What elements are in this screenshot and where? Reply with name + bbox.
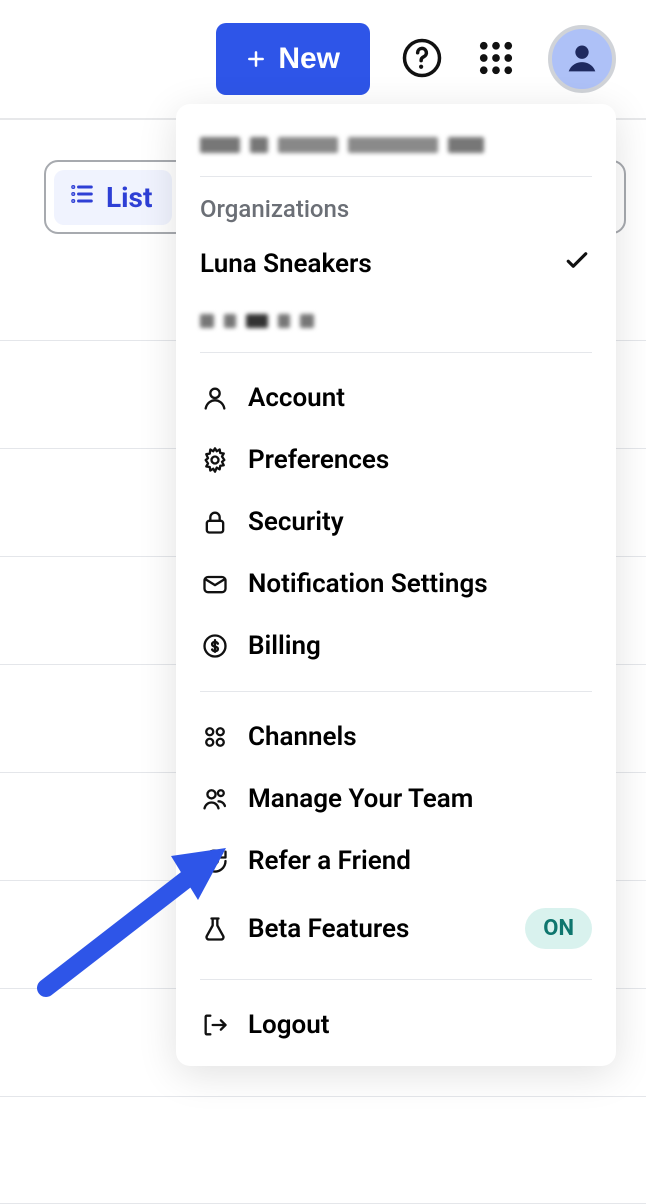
apps-grid-button[interactable] <box>474 37 518 81</box>
menu-billing[interactable]: Billing <box>176 615 616 677</box>
menu-notification-settings[interactable]: Notification Settings <box>176 553 616 615</box>
help-button[interactable] <box>400 37 444 81</box>
redacted-org[interactable] <box>200 304 592 338</box>
menu-billing-label: Billing <box>248 631 592 661</box>
menu-notification-label: Notification Settings <box>248 569 592 599</box>
account-icon <box>200 383 230 413</box>
help-icon <box>401 37 443 82</box>
redacted-email <box>200 128 592 162</box>
billing-icon <box>200 631 230 661</box>
beta-on-pill: ON <box>525 908 592 949</box>
menu-logout-label: Logout <box>248 1010 592 1040</box>
gear-icon <box>200 445 230 475</box>
menu-manage-team[interactable]: Manage Your Team <box>176 768 616 830</box>
menu-preferences-label: Preferences <box>248 445 592 475</box>
user-dropdown: Organizations Luna Sneakers Account Pref… <box>176 104 616 1066</box>
apps-grid-icon <box>475 37 517 82</box>
menu-beta-label: Beta Features <box>248 914 507 944</box>
plus-icon <box>246 49 266 69</box>
channels-icon <box>200 722 230 752</box>
org-name: Luna Sneakers <box>200 249 372 279</box>
mail-icon <box>200 569 230 599</box>
org-item-luna[interactable]: Luna Sneakers <box>200 231 592 296</box>
menu-beta-features[interactable]: Beta Features ON <box>176 892 616 965</box>
refer-icon <box>200 846 230 876</box>
menu-preferences[interactable]: Preferences <box>176 429 616 491</box>
logout-icon <box>200 1010 230 1040</box>
menu-security-label: Security <box>248 507 592 537</box>
new-button-label: New <box>278 42 340 76</box>
checkmark-icon <box>562 245 592 282</box>
list-chip-label: List <box>106 181 152 214</box>
avatar-icon <box>562 38 602 81</box>
flask-icon <box>200 914 230 944</box>
new-button[interactable]: New <box>216 23 370 95</box>
top-toolbar: New <box>0 0 646 120</box>
menu-security[interactable]: Security <box>176 491 616 553</box>
lock-icon <box>200 507 230 537</box>
list-icon <box>68 180 96 215</box>
menu-channels-label: Channels <box>248 722 592 752</box>
avatar-button[interactable] <box>548 25 616 93</box>
orgs-heading: Organizations <box>200 195 592 223</box>
menu-refer-friend[interactable]: Refer a Friend <box>176 830 616 892</box>
menu-refer-label: Refer a Friend <box>248 846 592 876</box>
team-icon <box>200 784 230 814</box>
menu-channels[interactable]: Channels <box>176 706 616 768</box>
menu-account-label: Account <box>248 383 592 413</box>
menu-account[interactable]: Account <box>176 367 616 429</box>
menu-logout[interactable]: Logout <box>176 994 616 1056</box>
list-view-chip[interactable]: List <box>54 170 172 225</box>
menu-team-label: Manage Your Team <box>248 784 592 814</box>
